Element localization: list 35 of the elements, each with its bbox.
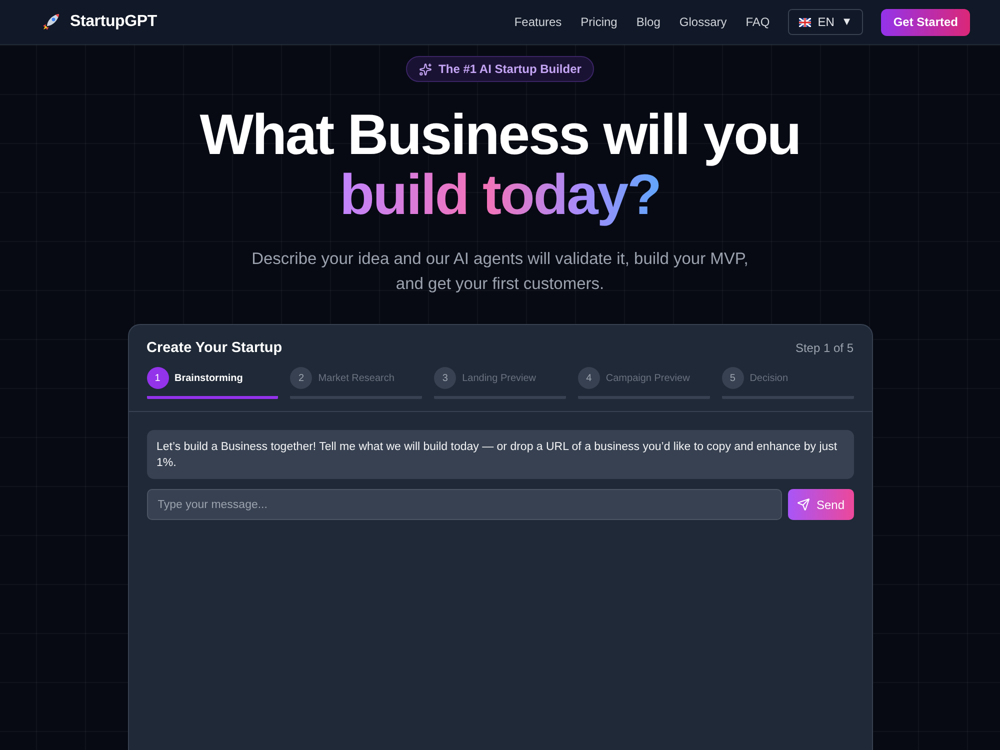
send-button[interactable]: Send	[788, 489, 854, 520]
nav-link[interactable]: Blog	[636, 15, 660, 29]
step-tab[interactable]: 4 Campaign Preview	[578, 367, 710, 399]
step-label: Market Research	[318, 372, 394, 384]
nav-link[interactable]: Glossary	[679, 15, 727, 29]
get-started-button[interactable]: Get Started	[881, 8, 970, 36]
step-counter: Step 1 of 5	[795, 341, 854, 355]
hero-headline: What Business will you	[200, 106, 800, 164]
hero-subtitle: Describe your idea and our AI agents will validate it, build your MVP, and get your first customers.	[250, 249, 750, 295]
nav-link[interactable]: Pricing	[580, 15, 618, 29]
step-number: 1	[146, 367, 168, 389]
chat-message: Let’s build a Business together! Tell me what we will build today — or drop a URL of a business you’d like to copy and enhance by just 1%.	[146, 430, 854, 479]
step-number: 3	[434, 367, 456, 389]
step-tab[interactable]: 3 Landing Preview	[434, 367, 566, 399]
step-tab[interactable]: 5 Decision	[722, 367, 854, 399]
flag-icon	[798, 18, 811, 26]
nav-link[interactable]: Features	[514, 15, 562, 29]
message-input[interactable]: Type your message...	[146, 489, 782, 520]
language-selector[interactable]: EN ▼	[788, 9, 864, 35]
step-label: Brainstorming	[174, 372, 243, 384]
step-tab[interactable]: 1 Brainstorming	[146, 367, 278, 399]
card-title: Create Your Startup	[146, 340, 282, 356]
sparkles-icon	[418, 62, 432, 76]
step-label: Landing Preview	[462, 372, 536, 384]
step-number: 5	[722, 367, 744, 389]
badge-text: The #1 AI Startup Builder	[438, 62, 582, 76]
step-label: Decision	[750, 372, 788, 384]
nav-link[interactable]: FAQ	[746, 15, 770, 29]
step-number: 4	[578, 367, 600, 389]
logo-text[interactable]: StartupGPT	[70, 13, 157, 31]
step-label: Campaign Preview	[606, 372, 690, 384]
send-icon	[797, 498, 810, 511]
step-tab[interactable]: 2 Market Research	[290, 367, 422, 399]
rocket-icon	[42, 13, 60, 31]
step-number: 2	[290, 367, 312, 389]
